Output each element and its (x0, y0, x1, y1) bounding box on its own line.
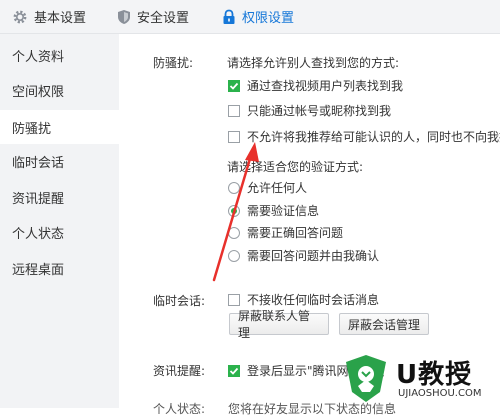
option-label: 需要回答问题并由我确认 (247, 249, 380, 263)
gear-icon (12, 9, 28, 25)
sidebar-item-remote-desktop[interactable]: 远程桌面 (0, 251, 119, 285)
checkbox-checked[interactable] (228, 79, 240, 92)
news-reminder-label: 资讯提醒: (153, 364, 206, 378)
top-tab-bar: 基本设置 安全设置 权限设置 (0, 0, 500, 34)
verify-method-prompt: 请选择适合您的验证方式: (227, 160, 364, 174)
watermark-brand: U教授 (396, 360, 473, 390)
sidebar-item-temp-session[interactable]: 临时会话 (0, 144, 119, 178)
option-label: 通过查找视频用户列表找到我 (247, 79, 404, 93)
sidebar: 个人资料 空间权限 防骚扰 临时会话 资讯提醒 个人状态 远程桌面 (0, 34, 119, 408)
radio[interactable] (228, 249, 240, 262)
checkbox[interactable] (228, 104, 240, 117)
verify-option-need-info[interactable]: 需要验证信息 (228, 202, 319, 219)
checkbox-checked[interactable] (228, 364, 240, 377)
anti-harassment-label: 防骚扰: (153, 56, 194, 70)
option-label: 需要验证信息 (247, 204, 320, 218)
radio[interactable] (228, 226, 240, 239)
lock-icon (222, 9, 236, 25)
tab-basic-settings[interactable]: 基本设置 (12, 0, 86, 33)
watermark-logo: U教授 UJIAOSHOU.COM (340, 348, 500, 408)
personal-status-label: 个人状态: (153, 402, 206, 416)
sidebar-item-anti-harassment[interactable]: 防骚扰 (0, 110, 119, 144)
option-label: 不允许将我推荐给可能认识的人，同时也不向我推 (247, 130, 500, 144)
find-option-account-only[interactable]: 只能通过帐号或昵称找到我 (228, 102, 391, 119)
find-option-video-list[interactable]: 通过查找视频用户列表找到我 (228, 77, 403, 94)
option-label: 不接收任何临时会话消息 (247, 293, 380, 307)
tab-permission-settings[interactable]: 权限设置 (222, 0, 294, 33)
radio[interactable] (228, 181, 240, 194)
blocked-sessions-button[interactable]: 屏蔽会话管理 (339, 313, 429, 335)
sidebar-item-news-reminder[interactable]: 资讯提醒 (0, 180, 119, 214)
find-method-prompt: 请选择允许别人查找到您的方式: (227, 56, 400, 70)
temp-session-block-all[interactable]: 不接收任何临时会话消息 (228, 291, 379, 308)
verify-option-anyone[interactable]: 允许任何人 (228, 179, 307, 196)
tab-security-settings[interactable]: 安全设置 (117, 0, 189, 33)
shield-icon (117, 9, 131, 25)
option-label: 允许任何人 (247, 181, 308, 195)
blocked-contacts-button[interactable]: 屏蔽联系人管理 (229, 309, 329, 340)
option-label: 需要正确回答问题 (247, 226, 344, 240)
tab-label: 基本设置 (34, 11, 87, 26)
verify-option-answer-question[interactable]: 需要正确回答问题 (228, 224, 343, 241)
sidebar-item-space-permission[interactable]: 空间权限 (0, 73, 119, 107)
watermark-url: UJIAOSHOU.COM (398, 388, 482, 399)
brand-logo-icon (340, 352, 392, 404)
checkbox[interactable] (228, 130, 240, 143)
checkbox[interactable] (228, 293, 240, 306)
sidebar-item-personal-status[interactable]: 个人状态 (0, 215, 119, 249)
radio-selected[interactable] (228, 204, 240, 217)
find-option-no-recommend[interactable]: 不允许将我推荐给可能认识的人，同时也不向我推 (228, 128, 500, 145)
option-label: 只能通过帐号或昵称找到我 (247, 104, 392, 118)
tab-label: 安全设置 (137, 11, 190, 26)
sidebar-item-profile[interactable]: 个人资料 (0, 38, 119, 72)
verify-option-answer-and-confirm[interactable]: 需要回答问题并由我确认 (228, 247, 379, 264)
tab-label: 权限设置 (242, 11, 295, 26)
temp-session-label: 临时会话: (153, 294, 206, 308)
